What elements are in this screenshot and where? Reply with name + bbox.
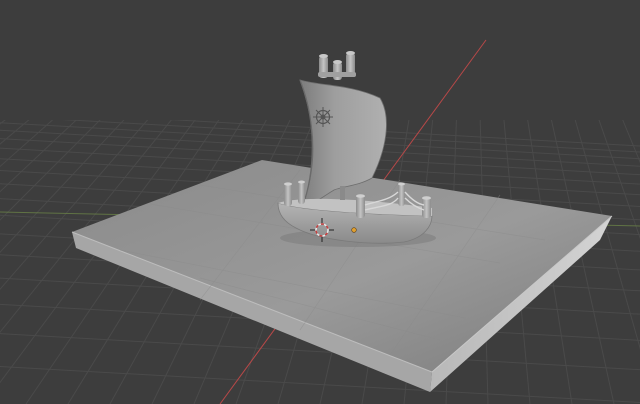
viewport-canvas[interactable] [0,0,640,404]
sail-emblem [313,107,333,127]
3d-viewport[interactable] [0,0,640,404]
object-origin-icon [351,227,357,233]
